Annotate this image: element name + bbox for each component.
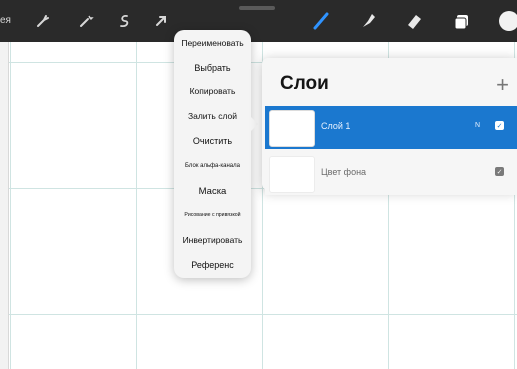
brush-icon[interactable] xyxy=(310,10,332,32)
toolbar-grabber xyxy=(239,6,275,10)
background-thumbnail[interactable] xyxy=(269,156,315,193)
menu-item-fill-layer[interactable]: Залить слой xyxy=(174,111,251,121)
layer-row-layer-1[interactable]: Слой 1 N ✓ xyxy=(265,106,517,149)
layer-name: Цвет фона xyxy=(321,167,367,177)
layers-panel: Слои + Слой 1 N ✓ Цвет фона ✓ xyxy=(262,58,517,195)
menu-item-copy[interactable]: Копировать xyxy=(174,86,251,96)
visibility-checkbox[interactable]: ✓ xyxy=(495,167,504,176)
layer-thumbnail[interactable] xyxy=(269,110,315,147)
gallery-label-fragment[interactable]: ея xyxy=(0,15,11,26)
menu-item-invert[interactable]: Инвертировать xyxy=(174,235,251,245)
menu-item-clipping[interactable]: Рисование с привязкой xyxy=(174,212,251,218)
layer-context-menu: Переименовать Выбрать Копировать Залить … xyxy=(174,30,258,278)
color-icon[interactable] xyxy=(498,10,517,32)
top-toolbar: ея xyxy=(0,0,517,42)
menu-item-mask[interactable]: Маска xyxy=(174,186,251,197)
magic-wand-icon[interactable] xyxy=(75,10,97,32)
selection-icon[interactable] xyxy=(113,10,135,32)
eraser-icon[interactable] xyxy=(403,10,425,32)
menu-item-rename[interactable]: Переименовать xyxy=(174,38,251,48)
canvas-edge xyxy=(0,42,9,369)
layer-row-background-color[interactable]: Цвет фона ✓ xyxy=(265,152,517,195)
layer-name: Слой 1 xyxy=(321,121,351,131)
layers-icon[interactable] xyxy=(451,10,473,32)
menu-item-clear[interactable]: Очистить xyxy=(174,136,251,146)
menu-item-reference[interactable]: Референс xyxy=(174,260,251,270)
wrench-icon[interactable] xyxy=(32,10,54,32)
add-layer-button[interactable]: + xyxy=(496,72,509,98)
blend-mode-button[interactable]: N xyxy=(475,122,480,129)
visibility-checkbox[interactable]: ✓ xyxy=(495,121,504,130)
layers-title: Слои xyxy=(280,73,329,94)
transform-arrow-icon[interactable] xyxy=(150,10,172,32)
menu-item-select[interactable]: Выбрать xyxy=(174,63,251,73)
smudge-icon[interactable] xyxy=(357,10,379,32)
menu-item-alpha-lock[interactable]: Блок альфа-канала xyxy=(174,163,251,169)
